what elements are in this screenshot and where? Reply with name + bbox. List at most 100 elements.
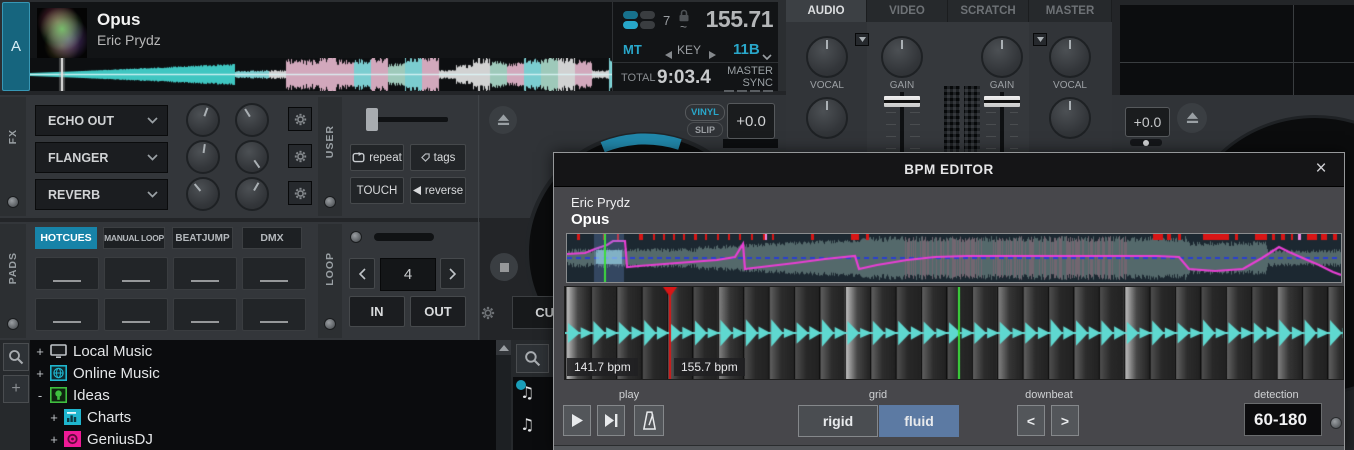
downbeat-prev-button[interactable]: <: [1017, 405, 1045, 436]
expander[interactable]: +: [34, 344, 46, 359]
tags-button[interactable]: tags: [410, 144, 466, 171]
vocal-left-knob[interactable]: [806, 36, 848, 78]
repeat-button[interactable]: repeat: [350, 144, 404, 171]
loop-size-display[interactable]: 4: [380, 258, 436, 291]
vocal-left-dropdown-button[interactable]: [855, 33, 869, 46]
fx-slot-1-settings-button[interactable]: [288, 107, 312, 131]
expander[interactable]: +: [34, 366, 46, 381]
reverse-button[interactable]: reverse: [410, 177, 466, 204]
pad-1[interactable]: [35, 257, 99, 290]
fx-slot-2-knob-1[interactable]: [186, 140, 220, 174]
browser-search-button[interactable]: [3, 343, 29, 371]
vinyl-button[interactable]: VINYL: [685, 104, 725, 121]
fx-slot-2-select[interactable]: FLANGER: [35, 142, 168, 173]
metronome-button[interactable]: [634, 405, 664, 436]
pads-strip[interactable]: PADS: [0, 224, 26, 338]
tree-item-charts[interactable]: + Charts: [30, 406, 496, 428]
fx-slot-3-knob-1[interactable]: [186, 177, 220, 211]
loop-bigger-button[interactable]: [440, 258, 465, 289]
pad-2[interactable]: [104, 257, 168, 290]
loop-smaller-button[interactable]: [349, 258, 375, 289]
loop-mini-radio[interactable]: [350, 231, 362, 243]
stop-button[interactable]: [490, 253, 518, 281]
channel-fader-1-handle[interactable]: [884, 96, 920, 107]
user-strip[interactable]: USER: [318, 97, 342, 216]
touch-button[interactable]: TOUCH: [350, 177, 404, 204]
deck-b-pitch-display[interactable]: +0.0: [1125, 107, 1170, 137]
gain-knob-1[interactable]: [881, 36, 923, 78]
dialog-titlebar[interactable]: BPM EDITOR ×: [554, 153, 1344, 187]
tree-item-geniusdj[interactable]: + GeniusDJ: [30, 428, 496, 450]
deck-a-eject-button[interactable]: [489, 106, 517, 134]
grid-mode-fluid[interactable]: fluid: [879, 405, 959, 437]
loop-radio[interactable]: [324, 318, 336, 330]
deck-b-eject-button[interactable]: [1177, 103, 1207, 133]
expander[interactable]: +: [48, 410, 60, 425]
gain-knob-2[interactable]: [981, 36, 1023, 78]
fx-strip[interactable]: FX: [0, 97, 26, 216]
tracklist-search-button[interactable]: [516, 344, 549, 373]
fx-slot-1-select[interactable]: ECHO OUT: [35, 105, 168, 136]
pad-8[interactable]: [242, 298, 306, 331]
play-next-button[interactable]: [597, 405, 625, 436]
mixer-tab-master[interactable]: MASTER: [1029, 0, 1112, 22]
pads-tab-hotcues[interactable]: HOTCUES: [35, 227, 97, 249]
fx-slot-2-settings-button[interactable]: [288, 144, 312, 168]
mixer-tab-video[interactable]: VIDEO: [867, 0, 948, 22]
tree-item-ideas[interactable]: - Ideas: [30, 384, 496, 406]
vocal-right-knob[interactable]: [1049, 36, 1091, 78]
bpm-overview-waveform[interactable]: [566, 233, 1342, 283]
fx-slot-1-knob-2[interactable]: [235, 103, 269, 137]
pads-radio[interactable]: [7, 318, 19, 330]
sync-label[interactable]: SYNC: [742, 77, 773, 89]
fx-slot-3-knob-2[interactable]: [235, 177, 269, 211]
fx-slot-3-settings-button[interactable]: [288, 181, 312, 205]
fx-slot-1-knob-1[interactable]: [186, 103, 220, 137]
pad-7[interactable]: [173, 298, 237, 331]
deck-b-pitch-slider[interactable]: [1130, 139, 1162, 146]
mixer-tab-scratch[interactable]: SCRATCH: [948, 0, 1029, 22]
loop-strip[interactable]: LOOP: [318, 224, 342, 338]
channel-fader-2-handle[interactable]: [984, 96, 1020, 107]
pad-5[interactable]: [35, 298, 99, 331]
expander[interactable]: -: [34, 388, 46, 403]
loop-in-button[interactable]: IN: [349, 296, 405, 327]
vocal-right-dropdown-button[interactable]: [1033, 33, 1047, 46]
deck-a-waveform[interactable]: [30, 58, 612, 91]
tree-item-online-music[interactable]: + Online Music: [30, 362, 496, 384]
mt-button[interactable]: MT: [623, 42, 642, 57]
pads-tab-manual-loop[interactable]: MANUAL LOOP: [103, 227, 165, 249]
dialog-close-button[interactable]: ×: [1310, 158, 1332, 180]
pad-4[interactable]: [242, 257, 306, 290]
fx-volume-slider-handle[interactable]: [366, 108, 378, 131]
play-button[interactable]: [563, 405, 591, 436]
pad-3[interactable]: [173, 257, 237, 290]
pads-tab-beatjump[interactable]: BEATJUMP: [172, 227, 233, 249]
fx-slot-3-select[interactable]: REVERB: [35, 179, 168, 210]
scroll-up-button[interactable]: [496, 340, 511, 355]
user-radio[interactable]: [324, 196, 336, 208]
detection-range-input[interactable]: [1244, 403, 1322, 436]
pads-tab-dmx[interactable]: DMX: [242, 227, 302, 249]
loop-length-slider[interactable]: [374, 233, 434, 241]
left-knob-2[interactable]: [806, 97, 848, 139]
tree-item-local-music[interactable]: + Local Music: [30, 340, 496, 362]
expander[interactable]: +: [48, 432, 60, 447]
tree-scrollbar[interactable]: [496, 340, 511, 450]
browser-add-button[interactable]: +: [3, 375, 29, 403]
deck-a-tab[interactable]: A: [2, 2, 30, 91]
fx-slot-2-knob-2[interactable]: [235, 140, 269, 174]
bpm-value[interactable]: 155.71: [706, 6, 773, 33]
fx-panel-label: FX: [7, 129, 19, 144]
pad-6[interactable]: [104, 298, 168, 331]
grid-mode-rigid[interactable]: rigid: [798, 405, 878, 437]
mixer-tab-audio[interactable]: AUDIO: [786, 0, 867, 22]
loop-out-button[interactable]: OUT: [410, 296, 466, 327]
downbeat-next-button[interactable]: >: [1051, 405, 1079, 436]
key-value[interactable]: 11B: [733, 41, 760, 58]
fx-volume-slider[interactable]: [366, 117, 448, 122]
right-knob-2[interactable]: [1049, 97, 1091, 139]
fx-radio[interactable]: [7, 196, 19, 208]
detection-range-dot[interactable]: [1330, 417, 1342, 429]
deck-settings-gear[interactable]: [481, 306, 495, 325]
